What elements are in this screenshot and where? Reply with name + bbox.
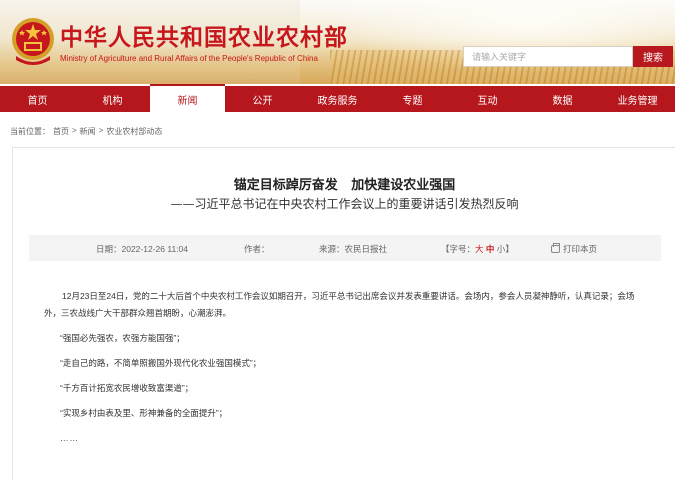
article-title: 锚定目标踔厉奋发 加快建设农业强国 [233,178,456,193]
site-title[interactable]: 中华人民共和国农业农村部 [60,18,348,52]
nav-item-news[interactable]: 新闻 [150,84,225,112]
nav-item-home[interactable]: 首页 [0,86,75,112]
nav-item-organization[interactable]: 机构 [75,86,150,112]
search-input[interactable] [463,46,633,67]
article-meta-bar: 日期：2022-12-26 11:04 作者： 来源：农民日报社 【字号：大 中… [29,235,661,261]
nav-item-business-management[interactable]: 业务管理 [600,86,675,112]
article-quote: “走自己的路，不简单照搬国外现代化农业强国模式”； [60,358,262,368]
breadcrumb-separator: > [98,126,104,135]
main-nav: 首页 机构 新闻 公开 政务服务 专题 互动 数据 业务管理 [0,84,675,112]
article-paragraph: 12月23日至24日，党的二十大后首个中央农村工作会议如期召开，习近平总书记出席… [44,291,635,318]
nav-item-public[interactable]: 公开 [225,86,300,112]
article-date: 日期：2022-12-26 11:04 [96,244,188,254]
site-header: 中华人民共和国农业农村部 Ministry of Agriculture and… [0,0,675,84]
breadcrumb-link-news[interactable]: 新闻 [80,126,96,137]
breadcrumb-link-home[interactable]: 首页 [53,126,69,137]
search-button[interactable]: 搜索 [633,46,673,67]
font-size-large-button[interactable]: 大 [475,244,484,254]
article-ellipsis: …… [60,433,79,443]
article-quote: “千方百计拓宽农民增收致富渠道”； [60,383,194,393]
font-size-medium-button[interactable]: 中 [486,244,495,254]
national-emblem-icon[interactable] [10,16,56,66]
site-subtitle: Ministry of Agriculture and Rural Affair… [60,54,318,63]
breadcrumb-link-ministry-news[interactable]: 农业农村部动态 [106,126,162,137]
font-size-switcher: 【字号：大 中 小】 [441,243,514,255]
breadcrumb-separator: > [72,126,77,135]
breadcrumb-prefix: 当前位置： [10,127,50,136]
nav-item-topics[interactable]: 专题 [375,86,450,112]
print-page-label: 打印本页 [563,244,598,254]
article-source: 来源：农民日报社 [319,244,388,254]
nav-item-interaction[interactable]: 互动 [450,86,525,112]
article-author: 作者： [244,244,270,254]
font-size-end: 】 [505,244,514,254]
article-container: 锚定目标踔厉奋发 加快建设农业强国 ——习近平总书记在中央农村工作会议上的重要讲… [12,147,675,480]
font-size-label: 【字号： [441,244,476,254]
breadcrumb: 当前位置： 首页 > 新闻 > 农业农村部动态 [10,126,162,137]
nav-item-government-services[interactable]: 政务服务 [300,86,375,112]
article-body: 12月23日至24日，党的二十大后首个中央农村工作会议如期召开，习近平总书记出席… [44,288,638,455]
article-quote: “实现乡村由表及里、形神兼备的全面提升”； [60,408,228,418]
printer-icon [551,243,560,253]
article-subtitle: ——习近平总书记在中央农村工作会议上的重要讲话引发热烈反响 [170,197,519,211]
article-quote: “强国必先强农，农强方能国强”； [60,333,185,343]
nav-item-data[interactable]: 数据 [525,86,600,112]
print-page-button[interactable]: 打印本页 [551,243,597,255]
